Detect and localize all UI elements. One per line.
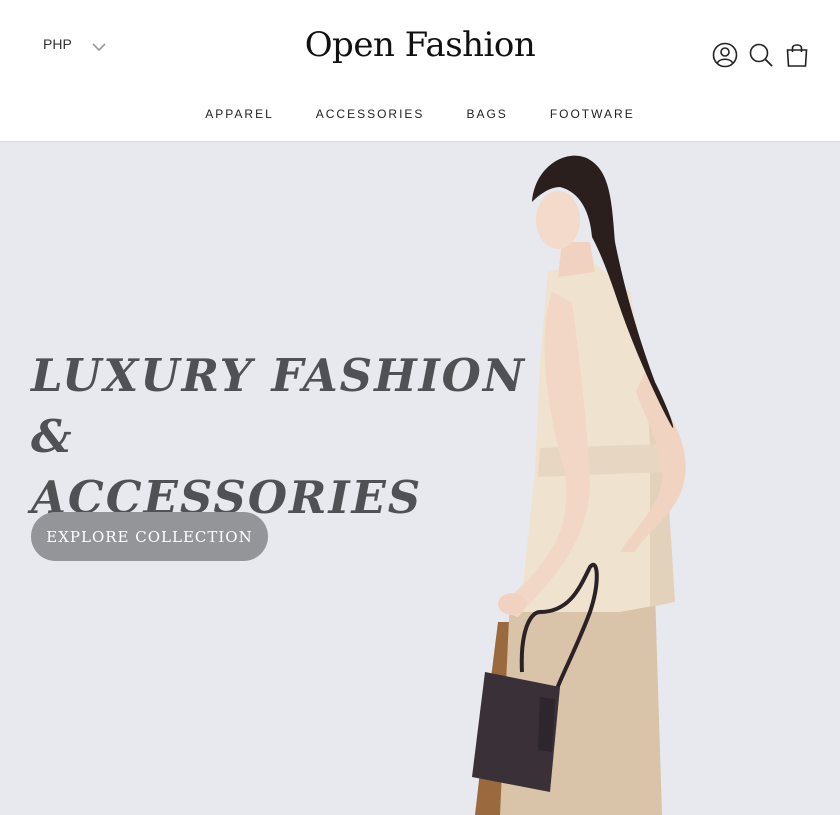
- explore-collection-button[interactable]: EXPLORE COLLECTION: [31, 512, 268, 561]
- nav-item-footware[interactable]: FOOTWARE: [550, 107, 635, 121]
- handbag-tab: [538, 697, 555, 752]
- header-icons: [702, 42, 810, 68]
- hero-banner: LUXURY FASHION & ACCESSORIES EXPLORE COL…: [0, 142, 840, 815]
- face: [536, 191, 580, 249]
- account-icon[interactable]: [712, 42, 738, 68]
- site-header: PHP Open Fashion APPAREL ACCESSORIES BAG…: [0, 0, 840, 142]
- nav-item-accessories[interactable]: ACCESSORIES: [316, 107, 425, 121]
- shopping-bag-icon[interactable]: [784, 42, 810, 68]
- hero-model-image: [472, 155, 686, 815]
- search-icon[interactable]: [748, 42, 774, 68]
- hand: [498, 593, 526, 615]
- belt: [538, 444, 666, 477]
- nav-item-bags[interactable]: BAGS: [466, 107, 507, 121]
- main-nav: APPAREL ACCESSORIES BAGS FOOTWARE: [0, 107, 840, 121]
- nav-item-apparel[interactable]: APPAREL: [205, 107, 273, 121]
